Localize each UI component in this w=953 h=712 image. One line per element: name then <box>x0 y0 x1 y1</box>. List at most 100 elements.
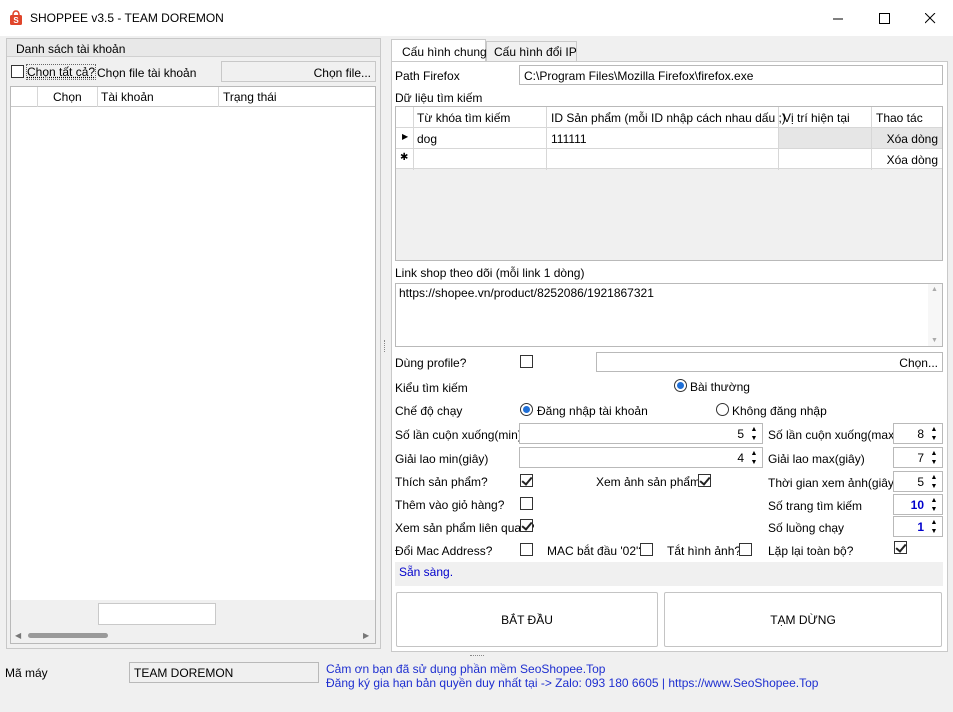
delete-row-label: Xóa dòng <box>886 132 938 146</box>
threads-stepper[interactable]: 1 ▲ ▼ <box>893 516 943 537</box>
run-mode-label: Chế độ chạy <box>395 404 463 418</box>
scrollbar-thumb[interactable] <box>28 633 108 638</box>
view-image-time-stepper[interactable]: 5 ▲ ▼ <box>893 471 943 492</box>
account-edit-cell[interactable] <box>98 603 216 625</box>
column-header-product-id[interactable]: ID Sản phẩm (mỗi ID nhập cách nhau dấu ;… <box>551 111 786 125</box>
stepper-arrows-icon[interactable]: ▲ ▼ <box>928 496 940 514</box>
column-header-keyword[interactable]: Từ khóa tìm kiếm <box>417 111 510 125</box>
stepper-arrows-icon[interactable]: ▲ ▼ <box>928 425 940 443</box>
like-label: Thích sản phẩm? <box>395 475 488 489</box>
run-mode-login-label[interactable]: Đăng nhập tài khoản <box>537 404 648 418</box>
select-file-label: Chọn file tài khoản <box>97 66 197 80</box>
pause-button[interactable]: TẠM DỪNG <box>664 592 942 647</box>
column-header-action[interactable]: Thao tác <box>876 111 923 125</box>
title-bar: S SHOPPEE v3.5 - TEAM DOREMON <box>0 0 953 36</box>
scroll-down-icon[interactable]: ▼ <box>931 337 938 344</box>
search-data-label: Dữ liệu tìm kiếm <box>395 91 483 105</box>
scroll-max-stepper[interactable]: 8 ▲ ▼ <box>893 423 943 444</box>
accounts-horizontal-scrollbar[interactable]: ◀ ▶ <box>11 628 375 643</box>
accounts-table: Chọn Tài khoản Trạng thái ◀ ▶ <box>10 86 376 644</box>
column-header-position[interactable]: Vị trí hiện tại <box>783 111 850 125</box>
accounts-table-body <box>11 107 375 600</box>
delete-row-button[interactable]: Xóa dòng <box>887 153 938 167</box>
scroll-max-label: Số lần cuộn xuống(max) <box>768 428 899 442</box>
tab-ip-config-label: Cấu hình đổi IP <box>494 45 577 59</box>
rest-max-stepper[interactable]: 7 ▲ ▼ <box>893 447 943 468</box>
maximize-button[interactable] <box>861 0 907 36</box>
pages-stepper[interactable]: 10 ▲ ▼ <box>893 494 943 515</box>
table-row[interactable]: ▶ dog 111111 Xóa dòng <box>396 127 942 149</box>
scroll-min-stepper[interactable]: 5 ▲ ▼ <box>519 423 763 444</box>
row-keyword[interactable]: dog <box>417 132 437 146</box>
view-image-time-value: 5 <box>917 475 924 489</box>
row-pointer-icon: ▶ <box>402 132 409 141</box>
machine-id-field[interactable]: TEAM DOREMON <box>129 662 319 683</box>
search-data-table: Từ khóa tìm kiếm ID Sản phẩm (mỗi ID nhậ… <box>395 106 943 261</box>
mac02-label: MAC bắt đầu '02'? <box>547 544 645 558</box>
stepper-arrows-icon[interactable]: ▲ ▼ <box>748 425 760 443</box>
search-table-header: Từ khóa tìm kiếm ID Sản phẩm (mỗi ID nhậ… <box>396 107 942 127</box>
like-checkbox[interactable] <box>520 474 533 487</box>
view-image-time-label: Thời gian xem ảnh(giây) <box>768 476 898 490</box>
column-header-account[interactable]: Tài khoản <box>101 90 154 104</box>
rest-max-value: 7 <box>917 451 924 465</box>
related-checkbox[interactable] <box>520 519 533 532</box>
scroll-right-icon[interactable]: ▶ <box>363 631 369 640</box>
rest-min-stepper[interactable]: 4 ▲ ▼ <box>519 447 763 468</box>
add-cart-checkbox[interactable] <box>520 497 533 510</box>
scroll-up-icon[interactable]: ▲ <box>931 286 938 293</box>
machine-label: Mã máy <box>5 666 48 680</box>
thanks-text: Cảm ơn bạn đã sử dụng phần mềm SeoShopee… <box>326 662 606 676</box>
scroll-left-icon[interactable]: ◀ <box>15 631 21 640</box>
view-image-checkbox[interactable] <box>698 474 711 487</box>
scroll-min-label: Số lần cuộn xuống(min) <box>395 428 522 442</box>
stepper-arrows-icon[interactable]: ▲ ▼ <box>928 518 940 536</box>
tab-ip-config[interactable]: Cấu hình đổi IP <box>486 41 577 61</box>
use-profile-checkbox[interactable] <box>520 355 533 368</box>
run-mode-nologin-label[interactable]: Không đăng nhập <box>732 404 827 418</box>
threads-label: Số luồng chạy <box>768 521 845 535</box>
choose-account-file-button[interactable]: Chọn file... <box>221 61 376 82</box>
repeat-checkbox[interactable] <box>894 541 907 554</box>
minimize-button[interactable] <box>815 0 861 36</box>
shop-link-textarea[interactable]: https://shopee.vn/product/8252086/192186… <box>395 283 943 347</box>
register-link[interactable]: Đăng ký gia hạn bản quyền duy nhất tại -… <box>326 676 818 690</box>
start-button[interactable]: BẮT ĐẦU <box>396 592 658 647</box>
close-icon <box>924 12 935 23</box>
splitter-handle[interactable] <box>384 340 386 352</box>
accounts-group-title: Danh sách tài khoản <box>16 42 126 56</box>
stepper-arrows-icon[interactable]: ▲ ▼ <box>748 449 760 467</box>
run-mode-nologin-radio[interactable] <box>716 403 729 416</box>
select-all-checkbox[interactable] <box>11 65 24 78</box>
select-all-label[interactable]: Chọn tất cả? <box>25 64 97 80</box>
path-firefox-input[interactable]: C:\Program Files\Mozilla Firefox\firefox… <box>519 65 943 85</box>
maximize-icon <box>878 12 890 24</box>
column-header-status[interactable]: Trạng thái <box>223 90 277 104</box>
column-header-select[interactable]: Chọn <box>53 90 82 104</box>
run-mode-login-radio[interactable] <box>520 403 533 416</box>
svg-text:S: S <box>13 16 19 25</box>
textarea-scrollbar[interactable]: ▲ ▼ <box>928 284 942 346</box>
tab-general-config[interactable]: Cấu hình chung <box>391 39 487 62</box>
stepper-arrows-icon[interactable]: ▲ ▼ <box>928 449 940 467</box>
search-type-label: Kiểu tìm kiếm <box>395 381 468 395</box>
choose-profile-button[interactable]: Chọn... <box>596 352 943 372</box>
mac-checkbox[interactable] <box>520 543 533 556</box>
new-row-icon: ✱ <box>400 152 409 163</box>
search-type-normal-label[interactable]: Bài thường <box>690 380 750 394</box>
row-product-id[interactable]: 111111 <box>551 132 587 146</box>
search-type-normal-radio[interactable] <box>674 379 687 392</box>
table-row[interactable]: ✱ Xóa dòng <box>396 148 942 170</box>
add-cart-label: Thêm vào giỏ hàng? <box>395 498 505 512</box>
resize-grip-icon[interactable] <box>470 655 484 658</box>
hide-images-checkbox[interactable] <box>739 543 752 556</box>
mac02-checkbox[interactable] <box>640 543 653 556</box>
delete-row-button[interactable]: Xóa dòng <box>872 128 942 148</box>
threads-value: 1 <box>917 520 924 534</box>
minimize-icon <box>832 18 843 19</box>
row-position <box>779 128 871 148</box>
stepper-arrows-icon[interactable]: ▲ ▼ <box>928 473 940 491</box>
rest-min-value: 4 <box>737 451 744 465</box>
pages-label: Số trang tìm kiếm <box>768 499 863 513</box>
close-button[interactable] <box>907 0 953 36</box>
